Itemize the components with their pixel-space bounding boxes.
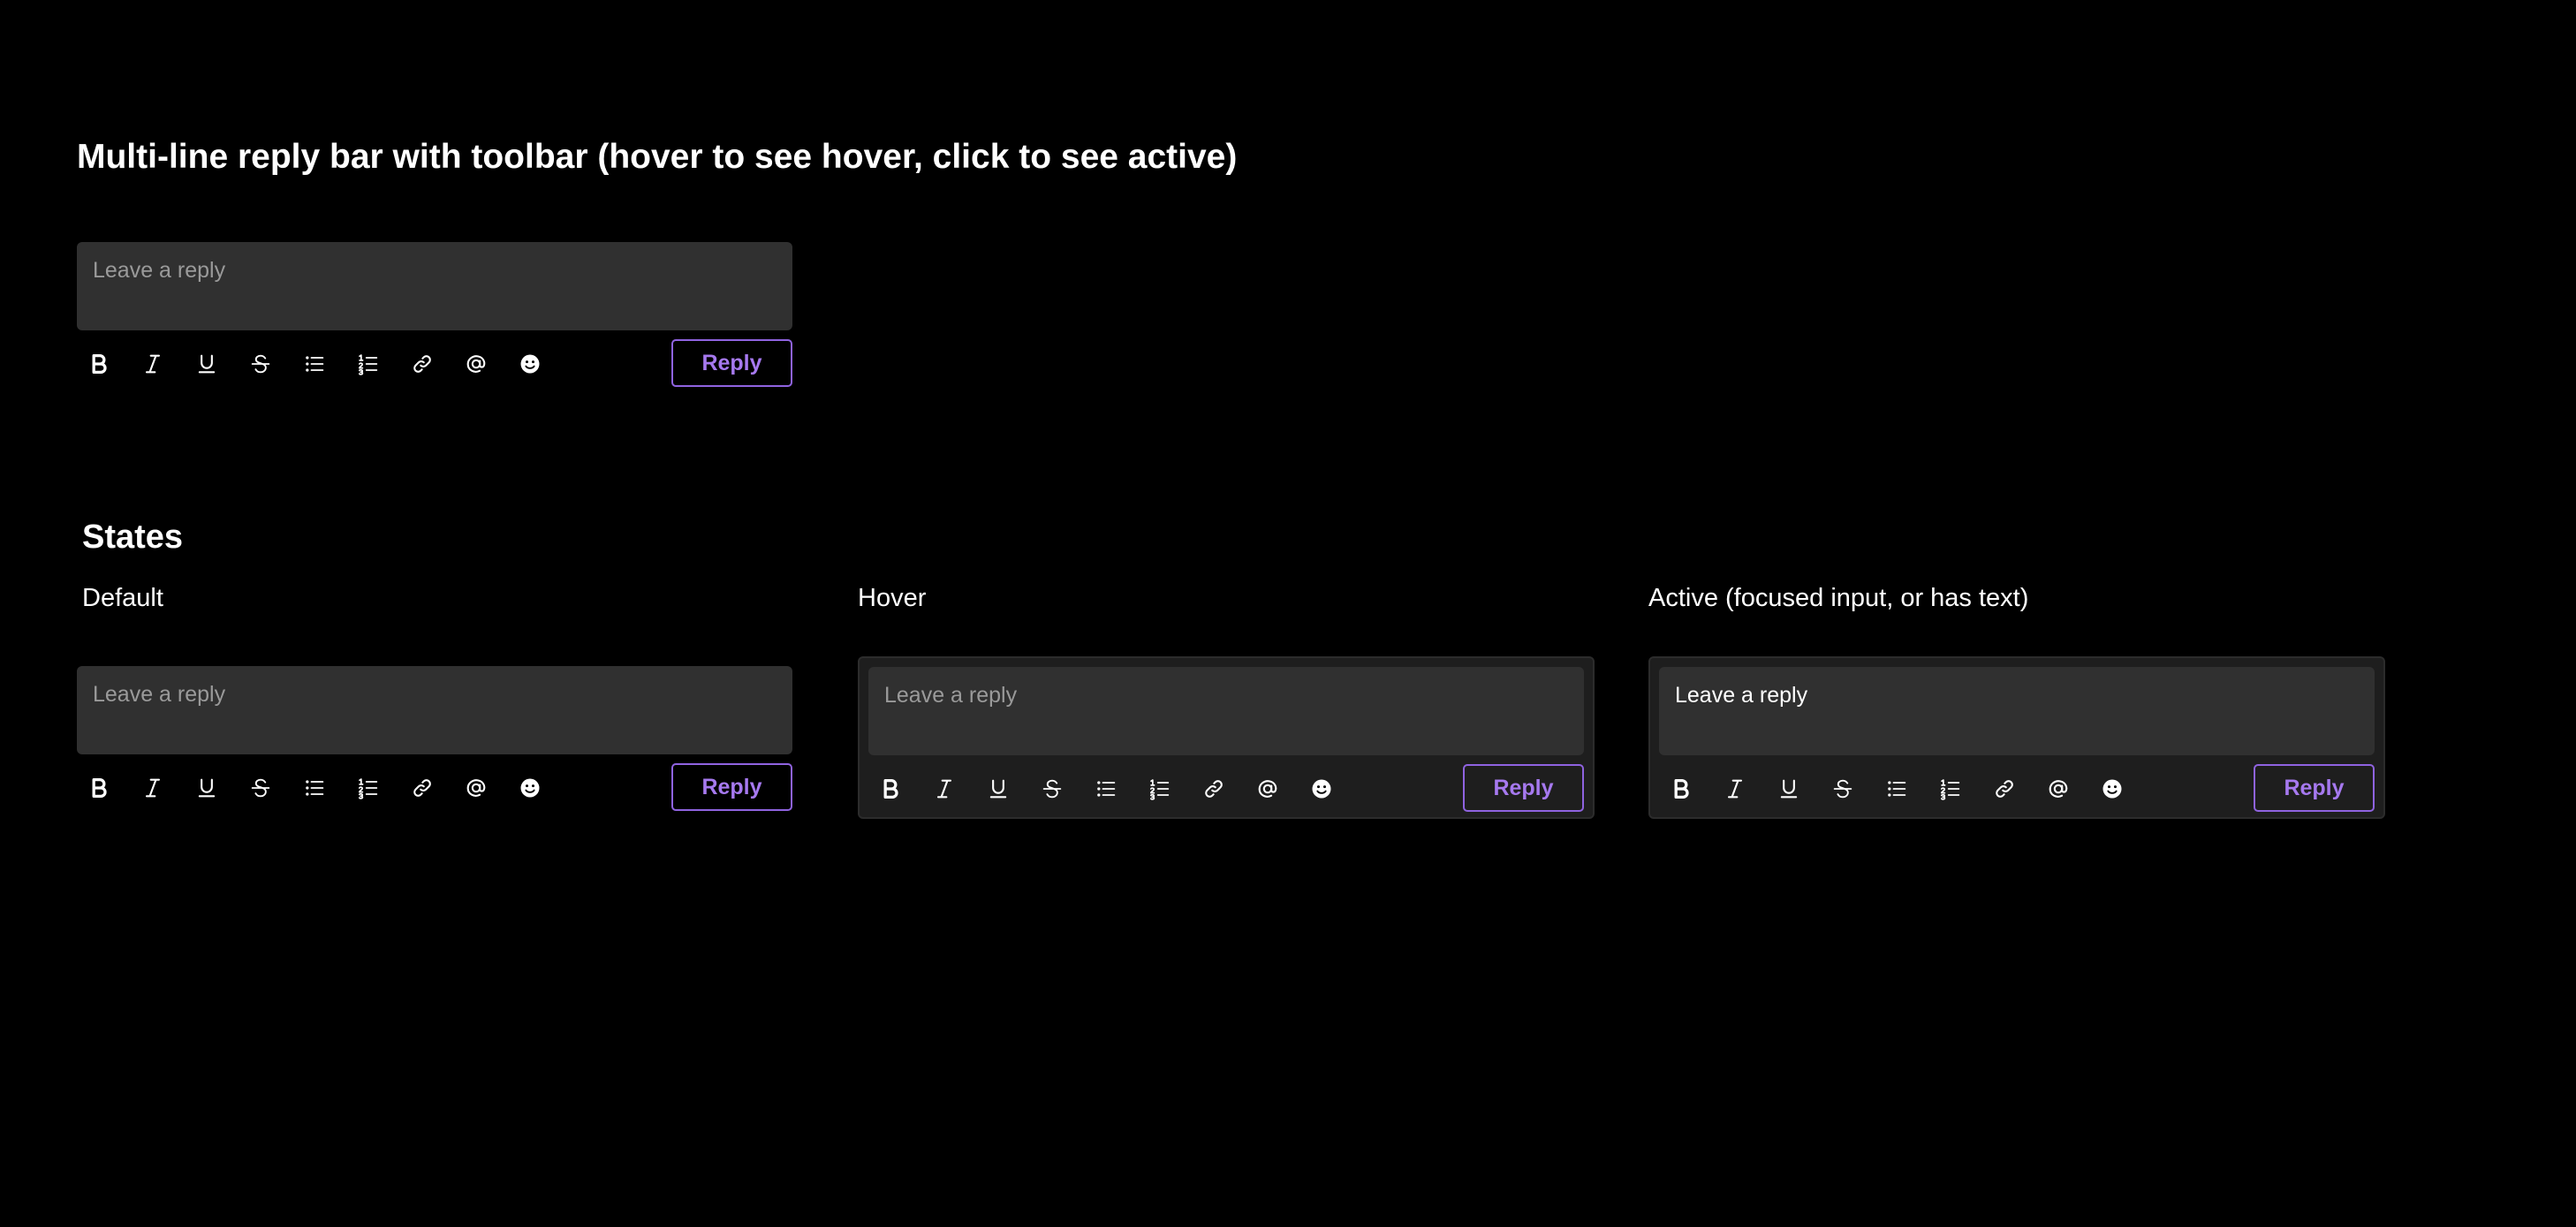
bullet-list-button[interactable]: [1875, 764, 1919, 814]
emoji-icon: [520, 354, 540, 374]
emoji-button[interactable]: [2090, 764, 2134, 814]
italic-button[interactable]: [131, 763, 175, 813]
mention-button[interactable]: [454, 763, 498, 813]
underline-icon: [198, 354, 216, 374]
bullet-list-button[interactable]: [292, 763, 337, 813]
strikethrough-icon: [1042, 779, 1062, 799]
italic-button[interactable]: [131, 339, 175, 389]
bold-icon: [92, 778, 107, 798]
underline-button[interactable]: [1767, 764, 1811, 814]
italic-icon: [936, 779, 952, 799]
underline-icon: [198, 778, 216, 798]
bold-icon: [1674, 779, 1689, 799]
strikethrough-icon: [251, 778, 270, 798]
bullet-list-button[interactable]: [292, 339, 337, 389]
mention-icon: [1258, 780, 1277, 798]
link-icon: [1996, 780, 2013, 798]
strikethrough-button[interactable]: [239, 763, 283, 813]
numbered-list-button[interactable]: [346, 763, 390, 813]
numbered-list-button[interactable]: [1928, 764, 1973, 814]
link-icon: [413, 355, 431, 373]
link-button[interactable]: [400, 339, 444, 389]
underline-icon: [989, 779, 1007, 799]
emoji-icon: [1312, 779, 1331, 799]
bold-icon: [92, 354, 107, 374]
mention-button[interactable]: [1246, 764, 1290, 814]
numbered-list-icon: [1940, 779, 1960, 800]
underline-button[interactable]: [185, 763, 229, 813]
emoji-icon: [520, 778, 540, 798]
underline-button[interactable]: [185, 339, 229, 389]
underline-button[interactable]: [976, 764, 1020, 814]
formatting-toolbar: Reply: [77, 763, 792, 813]
numbered-list-button[interactable]: [346, 339, 390, 389]
reply-button[interactable]: Reply: [671, 763, 792, 811]
link-icon: [1205, 780, 1223, 798]
hover-state-label: Hover: [858, 584, 927, 612]
emoji-button[interactable]: [508, 763, 552, 813]
default-reply-bar: Reply: [77, 666, 792, 820]
bold-button[interactable]: [868, 764, 913, 814]
reply-input[interactable]: [77, 242, 792, 330]
bullet-list-icon: [1097, 781, 1116, 797]
bold-button[interactable]: [77, 763, 121, 813]
link-icon: [413, 779, 431, 797]
active-reply-bar: Reply: [1648, 656, 2385, 819]
strikethrough-icon: [1833, 779, 1852, 799]
formatting-toolbar: Reply: [77, 339, 792, 389]
reply-button[interactable]: Reply: [671, 339, 792, 387]
bullet-list-button[interactable]: [1084, 764, 1128, 814]
italic-icon: [1727, 779, 1743, 799]
italic-button[interactable]: [1713, 764, 1757, 814]
italic-icon: [145, 354, 161, 374]
formatting-toolbar: Reply: [1659, 764, 2375, 814]
mention-button[interactable]: [2036, 764, 2080, 814]
strikethrough-button[interactable]: [1821, 764, 1865, 814]
emoji-button[interactable]: [508, 339, 552, 389]
reply-button[interactable]: Reply: [1463, 764, 1584, 812]
strikethrough-icon: [251, 354, 270, 374]
link-button[interactable]: [1982, 764, 2027, 814]
reply-input[interactable]: [868, 667, 1584, 755]
states-heading: States: [82, 519, 184, 556]
bold-icon: [883, 779, 898, 799]
bullet-list-icon: [306, 356, 324, 372]
emoji-button[interactable]: [1299, 764, 1344, 814]
strikethrough-button[interactable]: [1030, 764, 1074, 814]
reply-button[interactable]: Reply: [2254, 764, 2375, 812]
mention-icon: [466, 779, 486, 797]
reply-input[interactable]: [1659, 667, 2375, 755]
hover-reply-bar: Reply: [858, 656, 1595, 819]
link-button[interactable]: [1192, 764, 1236, 814]
bullet-list-icon: [306, 780, 324, 796]
strikethrough-button[interactable]: [239, 339, 283, 389]
numbered-list-button[interactable]: [1138, 764, 1182, 814]
numbered-list-icon: [358, 354, 378, 375]
mention-icon: [466, 355, 486, 373]
bold-button[interactable]: [77, 339, 121, 389]
numbered-list-icon: [1149, 779, 1170, 800]
active-state-label: Active (focused input, or has text): [1648, 584, 2029, 612]
bullet-list-icon: [1888, 781, 1906, 797]
italic-button[interactable]: [922, 764, 966, 814]
italic-icon: [145, 778, 161, 798]
bold-button[interactable]: [1659, 764, 1703, 814]
mention-icon: [2049, 780, 2068, 798]
reply-input[interactable]: [77, 666, 792, 754]
link-button[interactable]: [400, 763, 444, 813]
mention-button[interactable]: [454, 339, 498, 389]
demo-reply-bar: Reply: [77, 242, 792, 396]
emoji-icon: [2102, 779, 2122, 799]
default-state-label: Default: [82, 584, 163, 612]
page-title: Multi-line reply bar with toolbar (hover…: [77, 138, 1238, 176]
formatting-toolbar: Reply: [868, 764, 1584, 814]
underline-icon: [1780, 779, 1798, 799]
numbered-list-icon: [358, 778, 378, 799]
